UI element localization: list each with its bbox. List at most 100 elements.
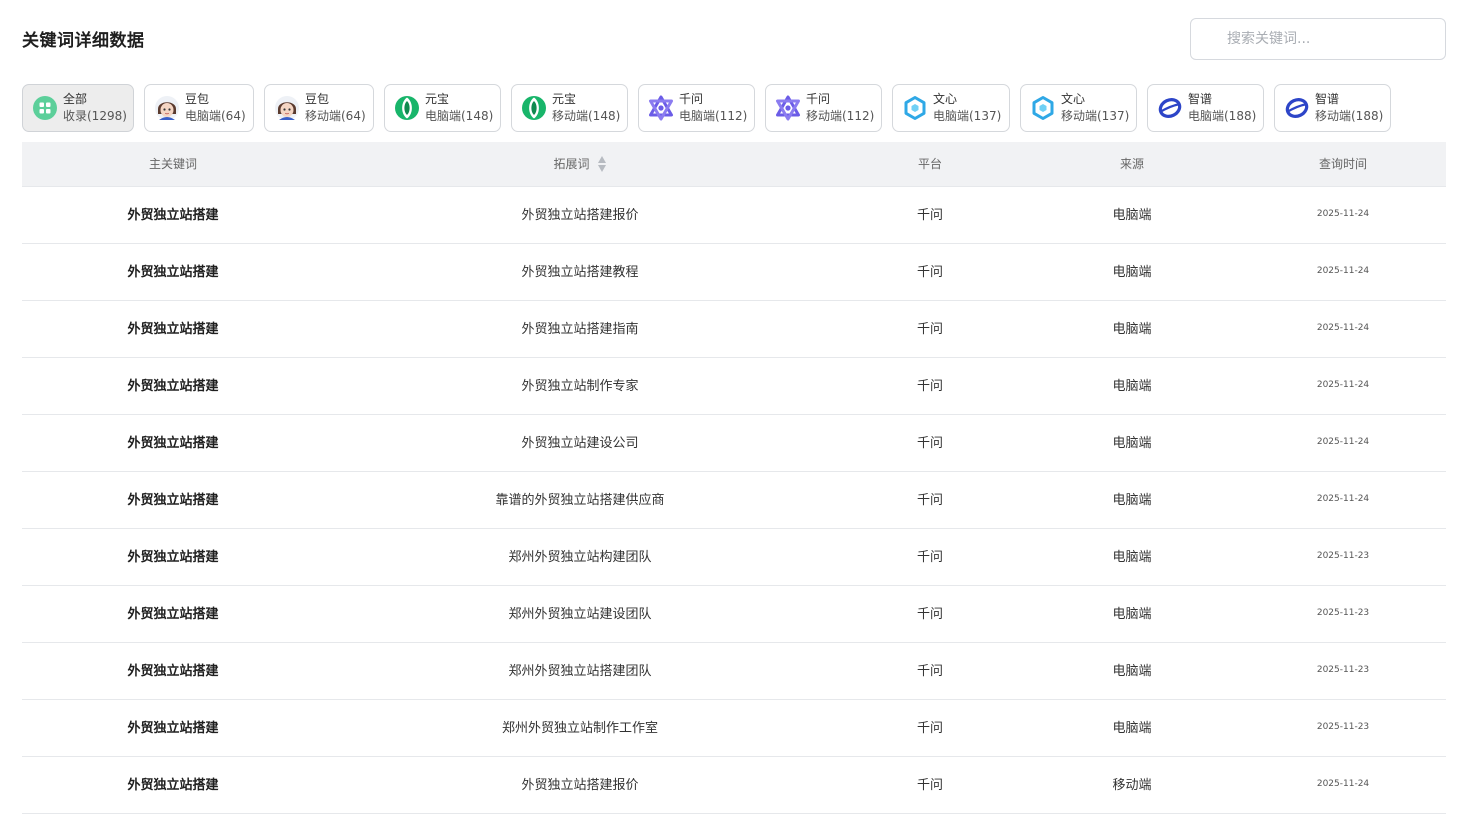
- filter-chip-yuanbao-desktop[interactable]: 元宝 电脑端(148): [384, 84, 501, 132]
- table-row: 外贸独立站搭建 郑州外贸独立站建设团队 千问 电脑端 2025-11-23: [22, 586, 1446, 643]
- yuanbao-icon: [394, 95, 420, 121]
- cell-source: 电脑端: [1112, 322, 1152, 337]
- table-row: 外贸独立站搭建 外贸独立站搭建指南 千问 电脑端 2025-11-24: [22, 301, 1446, 358]
- filter-count: 电脑端(188): [1188, 109, 1257, 123]
- header-source: 来源: [1119, 157, 1144, 171]
- sort-icon[interactable]: [597, 155, 607, 173]
- wenxin-icon: [1030, 95, 1056, 121]
- filter-chip-zhipu-mobile[interactable]: 智谱移动端(188): [1274, 84, 1391, 132]
- filter-count: 移动端(64): [305, 109, 366, 123]
- cell-main-keyword: 外贸独立站搭建: [127, 208, 219, 223]
- cell-source: 电脑端: [1112, 550, 1152, 565]
- cell-platform: 千问: [916, 379, 943, 394]
- grid-icon: [32, 95, 58, 121]
- filter-chip-yuanbao-mobile[interactable]: 元宝 移动端(148): [511, 84, 628, 132]
- filter-chip-doubao-mobile[interactable]: 豆包移动端(64): [264, 84, 374, 132]
- cell-expanded-keyword: 郑州外贸独立站构建团队: [508, 550, 652, 565]
- cell-source: 电脑端: [1112, 436, 1152, 451]
- page-title: 关键词详细数据: [22, 31, 145, 51]
- cell-expanded-keyword: 靠谱的外贸独立站搭建供应商: [495, 493, 665, 508]
- filter-label: 元宝: [425, 92, 450, 106]
- cell-main-keyword: 外贸独立站搭建: [127, 778, 219, 793]
- filter-label: 豆包: [185, 92, 210, 106]
- cell-query-time: 2025-11-24: [1316, 266, 1370, 276]
- cell-expanded-keyword: 外贸独立站搭建报价: [521, 778, 639, 793]
- filter-label: 全部: [63, 92, 88, 106]
- cell-expanded-keyword: 外贸独立站搭建教程: [521, 265, 639, 280]
- wenxin-icon: [902, 95, 928, 121]
- filter-label: 千问: [806, 92, 831, 106]
- filter-count: 电脑端(112): [679, 109, 748, 123]
- cell-platform: 千问: [916, 550, 943, 565]
- cell-main-keyword: 外贸独立站搭建: [127, 664, 219, 679]
- zhipu-icon: [1157, 95, 1183, 121]
- table-row: 外贸独立站搭建 外贸独立站建设公司 千问 电脑端 2025-11-24: [22, 415, 1446, 472]
- cell-main-keyword: 外贸独立站搭建: [127, 265, 219, 280]
- filter-chip-all[interactable]: 全部收录(1298): [22, 84, 134, 132]
- table-row: 外贸独立站搭建 外贸独立站搭建报价 千问 移动端 2025-11-24: [22, 757, 1446, 814]
- filter-chip-qianwen-desktop[interactable]: 千问电脑端(112): [638, 84, 755, 132]
- filter-count: 电脑端(137): [933, 109, 1002, 123]
- table-header: 主关键词 拓展词 平台 来源 查询时间: [22, 142, 1446, 187]
- filter-count: 移动端(137): [1061, 109, 1130, 123]
- cell-query-time: 2025-11-24: [1316, 323, 1370, 333]
- cell-main-keyword: 外贸独立站搭建: [127, 550, 219, 565]
- cell-query-time: 2025-11-24: [1316, 380, 1370, 390]
- filter-chip-doubao-desktop[interactable]: 豆包电脑端(64): [144, 84, 254, 132]
- cell-source: 移动端: [1112, 778, 1152, 793]
- cell-main-keyword: 外贸独立站搭建: [127, 379, 219, 394]
- table-row: 外贸独立站搭建 郑州外贸独立站构建团队 千问 电脑端 2025-11-23: [22, 529, 1446, 586]
- cell-query-time: 2025-11-23: [1316, 608, 1370, 618]
- cell-platform: 千问: [916, 322, 943, 337]
- cell-main-keyword: 外贸独立站搭建: [127, 322, 219, 337]
- table-row: 外贸独立站搭建 外贸独立站搭建教程 千问 电脑端 2025-11-24: [22, 244, 1446, 301]
- header-expanded-keyword-label: 拓展词: [553, 157, 590, 171]
- filter-label: 文心: [1061, 92, 1086, 106]
- cell-query-time: 2025-11-24: [1316, 437, 1370, 447]
- search-input[interactable]: [1191, 19, 1445, 59]
- table-row: 外贸独立站搭建 外贸独立站制作专家 千问 电脑端 2025-11-24: [22, 358, 1446, 415]
- filter-chip-wenxin-desktop[interactable]: 文心电脑端(137): [892, 84, 1010, 132]
- filter-label: 文心: [933, 92, 958, 106]
- cell-expanded-keyword: 外贸独立站建设公司: [521, 436, 639, 451]
- table-row: 外贸独立站搭建 靠谱的外贸独立站搭建供应商 千问 电脑端 2025-11-24: [22, 472, 1446, 529]
- filter-chip-zhipu-desktop[interactable]: 智谱电脑端(188): [1147, 84, 1264, 132]
- header-query-time: 查询时间: [1318, 157, 1367, 171]
- qianwen-icon: [648, 95, 674, 121]
- filter-count: 收录(1298): [63, 109, 127, 123]
- cell-source: 电脑端: [1112, 607, 1152, 622]
- filter-label: 智谱: [1188, 92, 1213, 106]
- cell-expanded-keyword: 外贸独立站搭建报价: [521, 208, 639, 223]
- filter-count: 移动端(188): [1315, 109, 1384, 123]
- cell-query-time: 2025-11-23: [1316, 551, 1370, 561]
- filter-chip-qianwen-mobile[interactable]: 千问 移动端(112): [765, 84, 882, 132]
- filter-count: 移动端(148): [552, 109, 621, 123]
- cell-query-time: 2025-11-24: [1316, 494, 1370, 504]
- cell-source: 电脑端: [1112, 379, 1152, 394]
- doubao-avatar-icon: [154, 95, 180, 121]
- search-box[interactable]: [1190, 18, 1446, 60]
- table-row: 外贸独立站搭建 外贸独立站搭建报价 千问 电脑端 2025-11-24: [22, 187, 1446, 244]
- keyword-table: 主关键词 拓展词 平台 来源 查询时间 外贸独立站搭建 外贸独立站搭建报价 千问…: [22, 142, 1446, 814]
- header-main-keyword: 主关键词: [148, 157, 197, 171]
- cell-expanded-keyword: 郑州外贸独立站制作工作室: [501, 721, 658, 736]
- cell-main-keyword: 外贸独立站搭建: [127, 721, 219, 736]
- cell-query-time: 2025-11-23: [1316, 665, 1370, 675]
- filter-label: 千问: [679, 92, 704, 106]
- zhipu-icon: [1284, 95, 1310, 121]
- cell-platform: 千问: [916, 664, 943, 679]
- filter-chip-wenxin-mobile[interactable]: 文心移动端(137): [1020, 84, 1137, 132]
- filter-label: 豆包: [305, 92, 330, 106]
- filter-count: 电脑端(64): [185, 109, 246, 123]
- cell-platform: 千问: [916, 778, 943, 793]
- header-expanded-keyword[interactable]: 拓展词: [324, 142, 836, 187]
- cell-query-time: 2025-11-24: [1316, 779, 1370, 789]
- cell-platform: 千问: [916, 607, 943, 622]
- cell-expanded-keyword: 外贸独立站制作专家: [521, 379, 639, 394]
- yuanbao-icon: [521, 95, 547, 121]
- cell-platform: 千问: [916, 265, 943, 280]
- cell-expanded-keyword: 郑州外贸独立站建设团队: [508, 607, 652, 622]
- cell-platform: 千问: [916, 721, 943, 736]
- filter-label: 智谱: [1315, 92, 1340, 106]
- cell-query-time: 2025-11-23: [1316, 722, 1370, 732]
